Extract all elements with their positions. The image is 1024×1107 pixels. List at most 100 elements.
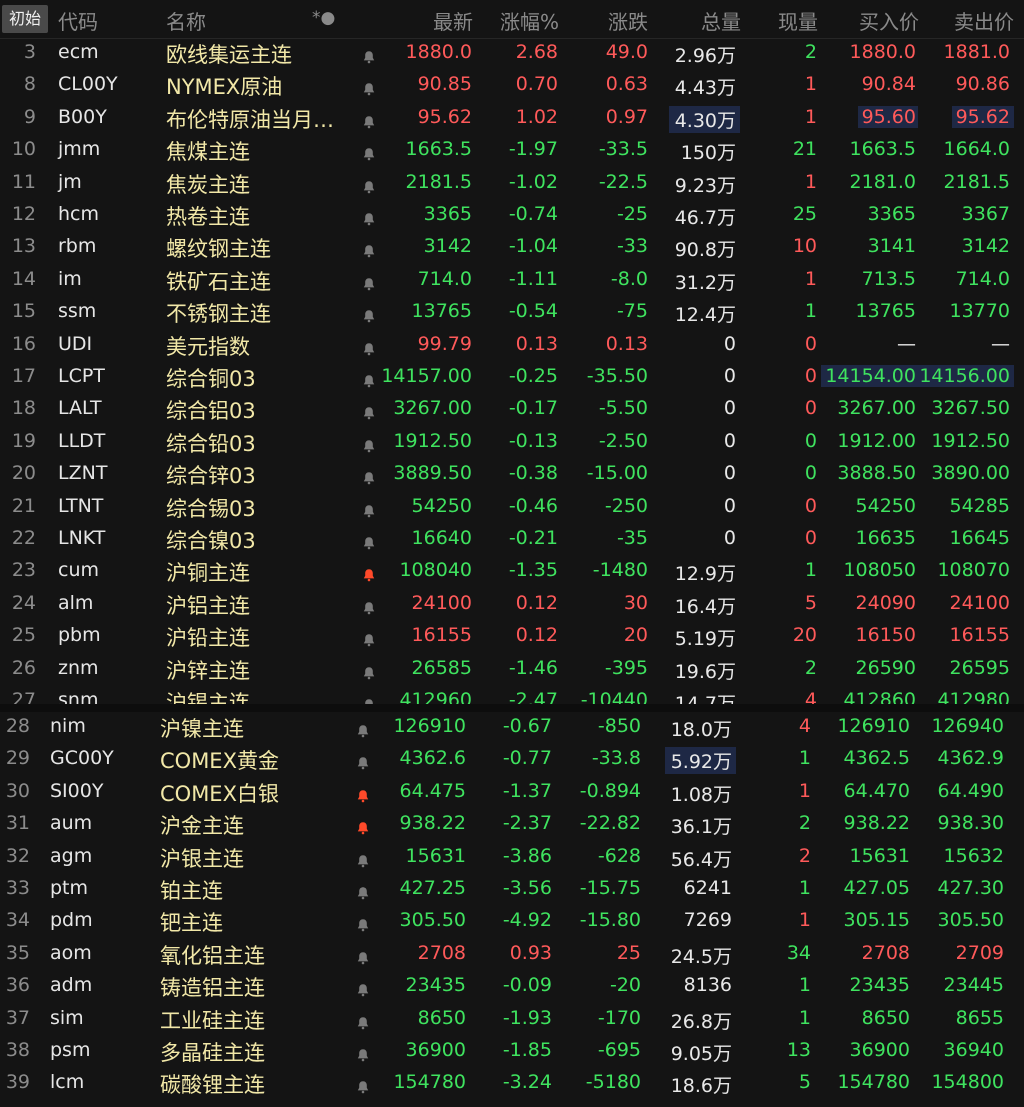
bell-icon[interactable] (356, 980, 370, 997)
row-number: 35 (5, 941, 30, 964)
row-code: alm (58, 591, 94, 614)
row-ask: 36940 (943, 1039, 1004, 1061)
row-code: rbm (58, 235, 97, 258)
table-row[interactable]: 35 aom 氧化铝主连 2708 0.93 25 24.5万 34 2708 2709 (0, 939, 1024, 971)
col-ask[interactable]: 卖出价 (954, 6, 1014, 35)
col-latest[interactable]: 最新 (433, 6, 473, 35)
row-name: 铸造铝主连 (160, 976, 265, 1001)
init-chip[interactable]: 初始 (2, 5, 48, 33)
bell-icon[interactable] (362, 501, 376, 517)
bell-icon[interactable] (362, 403, 376, 420)
table-row[interactable]: 13 rbm 螺纹钢主连 3142 -1.04 -33 90.8万 10 3141 3142 (0, 232, 1024, 264)
bell-icon[interactable] (362, 306, 376, 323)
col-code[interactable]: 代码 (58, 6, 98, 35)
col-change-pct[interactable]: 涨幅% (500, 6, 559, 35)
row-bid: 938.22 (843, 812, 910, 835)
table-row[interactable]: 26 znm 沪锌主连 26585 -1.46 -395 19.6万 2 26590 26595 (0, 654, 1024, 686)
row-code: pdm (50, 909, 93, 932)
bell-icon[interactable] (362, 274, 376, 291)
table-row[interactable]: 37 sim 工业硅主连 8650 -1.93 -170 26.8万 1 8650 8655 (0, 1004, 1024, 1036)
row-change-pct: -1.85 (502, 1039, 552, 1061)
bell-icon[interactable] (356, 753, 370, 770)
bell-icon[interactable] (362, 339, 376, 355)
bell-icon[interactable] (356, 786, 370, 803)
bell-icon[interactable] (362, 436, 376, 453)
bell-icon[interactable] (356, 721, 370, 738)
table-row[interactable]: 12 hcm 热卷主连 3365 -0.74 -25 46.7万 25 3365 3367 (0, 200, 1024, 232)
table-row[interactable]: 18 LALT 综合铝03 3267.00 -0.17 -5.50 0 0 3267.00 326… (0, 394, 1024, 426)
bell-icon[interactable] (356, 1077, 370, 1094)
bell-icon[interactable] (362, 112, 376, 129)
col-current[interactable]: 现量 (778, 6, 818, 35)
bell-icon[interactable] (362, 663, 376, 679)
table-row[interactable]: 29 GC00Y COMEX黄金 4362.6 -0.77 -33.8 5.92万 1 4362… (0, 744, 1024, 776)
row-number: 18 (11, 397, 36, 420)
sort-toggle-icon[interactable]: *● (312, 8, 335, 28)
table-row[interactable]: 10 jmm 焦煤主连 1663.5 -1.97 -33.5 150万 21 1663.5 166… (0, 135, 1024, 167)
table-row[interactable]: 36 adm 铸造铝主连 23435 -0.09 -20 8136 1 23435 23445 (0, 971, 1024, 1003)
table-row[interactable]: 20 LZNT 综合锌03 3889.50 -0.38 -15.00 0 0 3888.50 38… (0, 459, 1024, 491)
table-row[interactable]: 38 psm 多晶硅主连 36900 -1.85 -695 9.05万 13 36900 3694… (0, 1036, 1024, 1068)
bell-icon[interactable] (356, 883, 370, 900)
table-row[interactable]: 23 cum 沪铜主连 108040 -1.35 -1480 12.9万 1 108050 108… (0, 556, 1024, 588)
table-row[interactable]: 11 jm 焦炭主连 2181.5 -1.02 -22.5 9.23万 1 2181.0 2181… (0, 168, 1024, 200)
bell-icon[interactable] (356, 1045, 370, 1062)
col-bid[interactable]: 买入价 (859, 6, 919, 35)
table-row[interactable]: 9 B00Y 布伦特原油当月… 95.62 1.02 0.97 4.30万 1 95.60 95.… (0, 103, 1024, 135)
bell-icon[interactable] (356, 915, 370, 932)
col-change[interactable]: 涨跌 (608, 6, 648, 35)
table-row[interactable]: 8 CL00Y NYMEX原油 90.85 0.70 0.63 4.43万 1 90.84 90.… (0, 70, 1024, 102)
bell-icon[interactable] (362, 79, 376, 96)
bell-icon[interactable] (362, 144, 376, 161)
table-row[interactable]: 31 aum 沪金主连 938.22 -2.37 -22.82 36.1万 2 938.22 93… (0, 809, 1024, 841)
bell-icon[interactable] (356, 818, 370, 835)
row-latest: 54250 (411, 494, 472, 517)
row-latest: 4362.6 (399, 747, 466, 770)
bell-icon[interactable] (362, 598, 376, 615)
table-row[interactable]: 34 pdm 钯主连 305.50 -4.92 -15.80 7269 1 305.15 305.… (0, 906, 1024, 938)
table-row[interactable]: 22 LNKT 综合镍03 16640 -0.21 -35 0 0 16635 16645 (0, 524, 1024, 556)
table-row[interactable]: 33 ptm 铂主连 427.25 -3.56 -15.75 6241 1 427.05 427.… (0, 874, 1024, 906)
table-row[interactable]: 32 agm 沪银主连 15631 -3.86 -628 56.4万 2 15631 15632 (0, 842, 1024, 874)
table-row[interactable]: 28 nim 沪镍主连 126910 -0.67 -850 18.0万 4 126910 1269… (0, 712, 1024, 744)
row-number: 38 (5, 1039, 30, 1061)
table-row[interactable]: 17 LCPT 综合铜03 14157.00 -0.25 -35.50 0 0 14154.00… (0, 362, 1024, 394)
table-row[interactable]: 25 pbm 沪铅主连 16155 0.12 20 5.19万 20 16150 16155 (0, 621, 1024, 653)
bell-icon[interactable] (362, 241, 376, 258)
row-change: 0.97 (605, 105, 648, 128)
bell-icon[interactable] (356, 948, 370, 965)
row-ask: 16645 (949, 527, 1010, 549)
bell-icon[interactable] (362, 209, 376, 226)
table-row[interactable]: 3 ecm 欧线集运主连 1880.0 2.68 49.0 2.96万 2 1880.0 1881… (0, 38, 1024, 70)
bell-icon[interactable] (356, 851, 370, 867)
table-row[interactable]: 24 alm 沪铝主连 24100 0.12 30 16.4万 5 24090 24100 (0, 589, 1024, 621)
table-row[interactable]: 14 im 铁矿石主连 714.0 -1.11 -8.0 31.2万 1 713.5 714.0 (0, 265, 1024, 297)
row-name: NYMEX原油 (166, 75, 283, 100)
row-name: 钯主连 (160, 911, 223, 936)
bell-icon[interactable] (362, 630, 376, 647)
table-row[interactable]: 16 UDI 美元指数 99.79 0.13 0.13 0 0 — — (0, 330, 1024, 362)
bell-icon[interactable] (362, 468, 376, 485)
row-bid: 13765 (855, 300, 916, 323)
bell-icon[interactable] (362, 565, 376, 582)
bell-icon[interactable] (362, 177, 376, 193)
col-volume[interactable]: 总量 (701, 6, 741, 35)
row-change-pct: -1.02 (508, 170, 558, 193)
bell-icon[interactable] (356, 1013, 370, 1029)
bell-icon[interactable] (362, 47, 376, 64)
row-volume: 12.4万 (674, 304, 736, 327)
row-change: -22.5 (598, 170, 648, 193)
bell-icon[interactable] (362, 533, 376, 550)
table-row[interactable]: 15 ssm 不锈钢主连 13765 -0.54 -75 12.4万 1 13765 13770 (0, 297, 1024, 329)
row-number: 24 (11, 591, 36, 614)
table-row[interactable]: 30 SI00Y COMEX白银 64.475 -1.37 -0.894 1.08万 1 64.… (0, 777, 1024, 809)
table-row[interactable]: 21 LTNT 综合锡03 54250 -0.46 -250 0 0 54250 54285 (0, 492, 1024, 524)
row-change: 49.0 (605, 41, 648, 63)
bell-icon[interactable] (362, 371, 376, 388)
table-row[interactable]: 39 lcm 碳酸锂主连 154780 -3.24 -5180 18.6万 5 154780 15… (0, 1068, 1024, 1100)
col-name[interactable]: 名称 (166, 6, 206, 35)
table-row[interactable]: 19 LLDT 综合铅03 1912.50 -0.13 -2.50 0 0 1912.00 191… (0, 427, 1024, 459)
row-change: -75 (616, 300, 648, 323)
row-volume: 26.8万 (670, 1010, 732, 1033)
row-code: ssm (58, 300, 97, 323)
